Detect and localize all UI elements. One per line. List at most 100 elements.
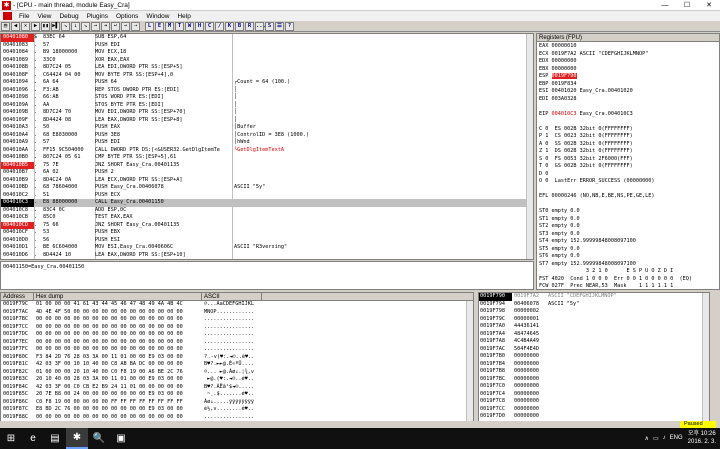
register-line[interactable]: ESI 00401020 Easy_Cra.00401020 (539, 88, 717, 96)
disassembly-pane[interactable]: 00401080 $83EC 64 SUB ESP,64 00401083. 57 PUS… (0, 33, 534, 260)
register-line[interactable]: EDX 00000000 (539, 58, 717, 66)
disasm-address[interactable]: 004010BD (1, 184, 34, 192)
dump-ascii[interactable]: MNOP............ (202, 309, 254, 317)
disasm-address[interactable]: 0040109B (1, 109, 34, 117)
disasm-hex[interactable]: 75 7E (43, 162, 95, 170)
disasm-row[interactable]: 004010D6. 8D4424 10 LEA EAX,DWORD PTR SS:[… (1, 252, 533, 260)
stack-value[interactable]: 00000001 (512, 316, 546, 324)
register-value-highlight[interactable]: 0019F790 (551, 73, 577, 79)
disasm-hex[interactable]: 6A 64 (43, 79, 95, 87)
disasm-row[interactable]: 0040108B. 8D7C24 05 LEA EDI,DWORD PTR SS:[… (1, 64, 533, 72)
register-line[interactable]: Z 1 DS 002B 32bit 0(FFFFFFFF) (539, 148, 717, 156)
disasm-instruction[interactable]: PUSH Easy_Cra.00406078 (95, 184, 232, 192)
register-line[interactable]: EIP 004010C3 Easy_Cra.004010C3 (539, 111, 717, 119)
disasm-hex[interactable]: 56 (43, 237, 95, 245)
toolbar-window-button-13[interactable]: ☰ (275, 21, 284, 31)
disasm-instruction[interactable]: PUSH EDI (95, 139, 232, 147)
disasm-hex[interactable]: 8D7C24 05 (43, 64, 95, 72)
toolbar-button-0-icon[interactable]: ▤ (1, 21, 10, 31)
register-line[interactable]: FST 4020 Cond 1 0 0 0 Err 0 0 1 0 0 0 0 … (539, 276, 717, 284)
toolbar-button-1-icon[interactable]: ◀ (11, 21, 20, 31)
toolbar-window-button-1[interactable]: E (155, 21, 164, 31)
stack-row[interactable]: 0019F790 0019F7A2 ASCII "CDEFGHIJKLMNOP" (479, 293, 709, 301)
disasm-instruction[interactable]: SUB ESP,64 (95, 34, 232, 42)
stack-address[interactable]: 0019F7CC (479, 406, 512, 414)
disasm-comment[interactable]: │ (232, 94, 533, 102)
close-button[interactable]: ✕ (698, 0, 720, 11)
dump-address[interactable]: 0019F83C (1, 376, 34, 384)
dump-hex[interactable]: 00 00 00 00 00 00 00 00 00 00 00 00 00 0… (34, 316, 202, 324)
stack-scrollbar[interactable] (702, 293, 709, 421)
disasm-address[interactable]: 0040108F (1, 72, 34, 80)
disasm-comment[interactable]: │ (232, 102, 533, 110)
stack-address[interactable]: 0019F7AC (479, 346, 512, 354)
stack-value[interactable]: 00000000 (512, 361, 546, 369)
disasm-row[interactable]: 004010BD. 68 78604000 PUSH Easy_Cra.004060… (1, 184, 533, 192)
disasm-comment[interactable] (232, 49, 533, 57)
dump-row[interactable]: 0019F79C 01 00 00 00 41 61 43 44 45 46 47… (1, 301, 473, 309)
disasm-instruction[interactable]: PUSH ESI (95, 237, 232, 245)
register-line[interactable]: EAX 00000010 (539, 43, 717, 51)
register-line[interactable]: EDI 003A0328 (539, 96, 717, 104)
stack-row[interactable]: 0019F7D0 00000000 (479, 413, 709, 421)
disasm-hex[interactable]: 33C0 (43, 57, 95, 65)
disasm-comment[interactable] (232, 162, 533, 170)
toolbar-button-5-icon[interactable]: ▶▌ (51, 21, 60, 31)
disasm-address[interactable]: 00401098 (1, 94, 34, 102)
disasm-row[interactable]: 004010CF. 53 PUSH EBX (1, 229, 533, 237)
register-line[interactable]: EBX 00000000 (539, 66, 717, 74)
disasm-address[interactable]: 004010AA (1, 147, 34, 155)
disasm-comment[interactable]: │ (232, 109, 533, 117)
tray-network-icon[interactable]: ▭ (653, 435, 659, 442)
register-line[interactable] (539, 118, 717, 126)
toolbar-button-12-icon[interactable]: → (121, 21, 130, 31)
disasm-instruction[interactable]: MOV BYTE PTR SS:[ESP+4],0 (95, 72, 232, 80)
disasm-hex[interactable]: 75 66 (43, 222, 95, 230)
disasm-comment[interactable] (232, 214, 533, 222)
disasm-hex[interactable]: 83C4 0C (43, 207, 95, 215)
disasm-address[interactable]: 004010D0 (1, 237, 34, 245)
dump-row[interactable]: 0019F80C F3 84 2D 76 28 03 3A 00 11 01 00… (1, 354, 473, 362)
disasm-address[interactable]: 004010CD (1, 221, 34, 229)
disasm-instruction[interactable]: JNZ SHORT Easy_Cra.00401135 (95, 222, 232, 230)
register-line[interactable]: ST1 empty 0.0 (539, 216, 717, 224)
register-line[interactable]: FCW 027F Prec NEAR,53 Mask 1 1 1 1 1 1 (539, 283, 717, 289)
disasm-address[interactable]: 00401080 (1, 34, 34, 42)
dump-address[interactable]: 0019F7CC (1, 324, 34, 332)
toolbar-window-button-8[interactable]: K (225, 21, 234, 31)
disasm-row[interactable]: 004010A4. 68 E8030000 PUSH 3E8 │ControlID =… (1, 132, 533, 140)
toolbar-window-button-11[interactable]: ... (255, 21, 266, 31)
disasm-address[interactable]: 004010B0 (1, 154, 34, 162)
dump-address[interactable]: 0019F7DC (1, 331, 34, 339)
disasm-comment[interactable] (232, 192, 533, 200)
register-line[interactable]: T 0 GS 002B 32bit 0(FFFFFFFF) (539, 163, 717, 171)
disasm-address[interactable]: 004010B9 (1, 177, 34, 185)
disasm-hex[interactable]: E8 88000000 (43, 199, 95, 207)
dump-ascii[interactable]: ☺...AaCDEFGHIJKL (202, 301, 254, 309)
stack-row[interactable]: 0019F7BC 00000000 (479, 376, 709, 384)
dump-ascii[interactable]: ................ (202, 346, 254, 354)
register-line[interactable]: ST0 empty 0.0 (539, 208, 717, 216)
dump-row[interactable]: 0019F7FC 00 00 00 00 00 00 00 00 00 00 00… (1, 346, 473, 354)
stack-row[interactable]: 0019F7AC 504F4E4D (479, 346, 709, 354)
stack-address[interactable]: 0019F79C (479, 316, 512, 324)
disasm-row[interactable]: 004010C8. 83C4 0C ADD ESP,0C (1, 207, 533, 215)
dump-address[interactable]: 0019F7FC (1, 346, 34, 354)
toolbar-window-button-14[interactable]: ? (285, 21, 294, 31)
dump-hex[interactable]: 01 00 00 00 20 10 40 00 C0 F8 19 00 A6 B… (34, 369, 202, 377)
disasm-instruction[interactable]: JNZ SHORT Easy_Cra.00401135 (95, 162, 232, 170)
dump-ascii[interactable]: è½,v........é♥.. (202, 406, 254, 414)
dump-ascii[interactable]: ................ (202, 331, 254, 339)
registers-header[interactable]: Registers (FPU) (537, 34, 719, 42)
menu-debug[interactable]: Debug (55, 13, 82, 20)
stack-value[interactable]: 48474645 (512, 331, 546, 339)
file-explorer-icon[interactable]: ▤ (44, 428, 66, 449)
disasm-instruction[interactable]: CMP BYTE PTR SS:[ESP+5],61 (95, 154, 232, 162)
dump-row[interactable]: 0019F7CC 00 00 00 00 00 00 00 00 00 00 00… (1, 324, 473, 332)
dump-ascii-header[interactable]: ASCII (202, 293, 262, 300)
disasm-hex[interactable]: 8D4C24 0A (43, 177, 95, 185)
disasm-row[interactable]: 0040109F. 8D4424 08 LEA EAX,DWORD PTR SS:[… (1, 117, 533, 125)
disasm-comment[interactable] (232, 72, 533, 80)
edge-icon[interactable]: e (22, 428, 44, 449)
disasm-comment[interactable]: │ (232, 117, 533, 125)
